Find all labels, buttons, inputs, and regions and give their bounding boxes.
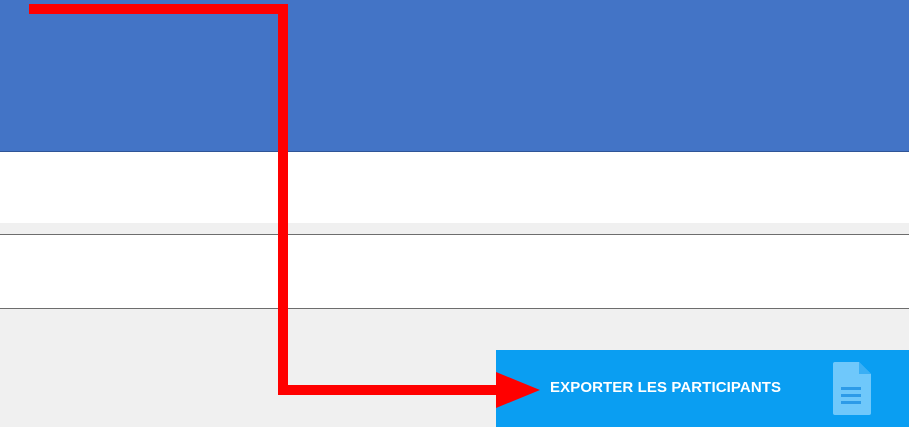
document-icon: [833, 362, 871, 415]
export-participants-button[interactable]: EXPORTER LES PARTICIPANTS: [496, 350, 909, 427]
content-row: [0, 152, 909, 223]
content-row: [0, 235, 909, 308]
export-participants-label: EXPORTER LES PARTICIPANTS: [550, 379, 782, 396]
header-banner: [0, 0, 909, 152]
